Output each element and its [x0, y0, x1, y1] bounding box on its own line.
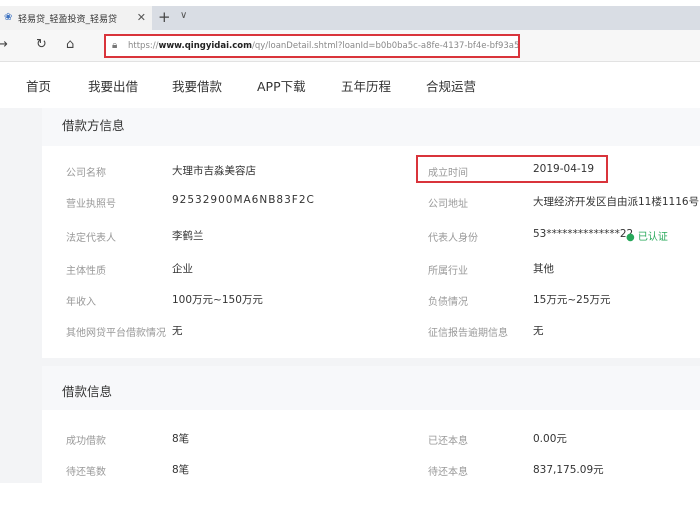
field-value: 92532900MA6NB83F2C: [172, 194, 315, 206]
field-value: 无: [172, 325, 183, 337]
field-label: 待还本息: [428, 467, 468, 478]
field-label: 待还笔数: [66, 467, 106, 478]
field-label: 负债情况: [428, 297, 468, 308]
field-label: 年收入: [66, 297, 96, 308]
field-value: 8笔: [172, 433, 190, 445]
url-domain: www.qingyidai.com: [158, 41, 252, 51]
field-value: 无: [533, 325, 544, 337]
field-value: 李鹤兰: [172, 230, 204, 242]
borrower-section-title: 借款方信息: [62, 118, 125, 133]
field-value: 15万元~25万元: [533, 294, 611, 306]
site-favicon-icon: ❀: [4, 12, 13, 23]
nav-compliance[interactable]: 合规运营: [426, 76, 476, 95]
field-label: 营业执照号: [66, 199, 116, 210]
field-label: 法定代表人: [66, 233, 116, 244]
url-path: /qy/loanDetail.shtml?loanId=b0b0ba5c-a8f…: [252, 41, 520, 51]
loan-header: [42, 366, 700, 410]
field-value: 2019-04-19: [533, 163, 595, 175]
check-circle-icon: ●: [626, 232, 635, 243]
new-tab-button[interactable]: +: [158, 8, 171, 26]
field-label: 其他网贷平台借款情况: [66, 328, 166, 339]
field-label: 公司地址: [428, 199, 468, 210]
loan-section-title: 借款信息: [62, 384, 113, 399]
tab-bar: ❀ 轻易贷_轻盈投资_轻易贷 ✕ + ∨: [0, 6, 700, 30]
tab-title: 轻易贷_轻盈投资_轻易贷: [18, 14, 118, 25]
field-value: 大理经济开发区自由派11楼1116号: [533, 196, 700, 208]
borrower-header: [42, 108, 700, 146]
verified-badge: ● 已认证: [626, 228, 668, 243]
close-tab-icon[interactable]: ✕: [137, 11, 146, 24]
field-label: 代表人身份: [428, 233, 478, 244]
url-prefix: https://: [128, 41, 159, 51]
nav-app-download[interactable]: APP下载: [257, 76, 306, 95]
field-value: 8笔: [172, 464, 190, 476]
field-label: 征信报告逾期信息: [428, 328, 508, 339]
field-value: 837,175.09元: [533, 464, 604, 476]
forward-icon[interactable]: →: [0, 37, 8, 52]
field-label: 成立时间: [428, 168, 468, 179]
tab-list-chevron-icon[interactable]: ∨: [180, 10, 187, 21]
field-value: 大理市吉淼美容店: [172, 165, 256, 177]
site-nav: 首页 我要出借 我要借款 APP下载 五年历程 合规运营: [0, 62, 700, 108]
field-label: 已还本息: [428, 436, 468, 447]
field-label: 公司名称: [66, 168, 106, 179]
nav-home[interactable]: 首页: [26, 76, 51, 95]
field-label: 所属行业: [428, 266, 468, 277]
lock-icon: 🔒︎: [112, 40, 118, 51]
field-value: 其他: [533, 263, 554, 275]
nav-invest[interactable]: 我要出借: [88, 76, 138, 95]
field-value: 0.00元: [533, 433, 567, 445]
browser-tab[interactable]: ❀ 轻易贷_轻盈投资_轻易贷 ✕: [0, 6, 152, 30]
field-value: 100万元~150万元: [172, 294, 263, 306]
field-value: 53**************22: [533, 228, 634, 240]
field-value: 企业: [172, 263, 193, 275]
home-icon[interactable]: ⌂: [66, 37, 74, 52]
address-row: → ↻ ⌂ 🔒︎ https://www.qingyidai.com/qy/lo…: [0, 30, 700, 62]
refresh-icon[interactable]: ↻: [36, 37, 47, 52]
nav-borrow[interactable]: 我要借款: [172, 76, 222, 95]
address-bar[interactable]: 🔒︎ https://www.qingyidai.com/qy/loanDeta…: [104, 34, 520, 58]
nav-history[interactable]: 五年历程: [341, 76, 391, 95]
field-label: 主体性质: [66, 266, 106, 277]
verified-text: 已认证: [637, 232, 668, 243]
field-label: 成功借款: [66, 436, 106, 447]
